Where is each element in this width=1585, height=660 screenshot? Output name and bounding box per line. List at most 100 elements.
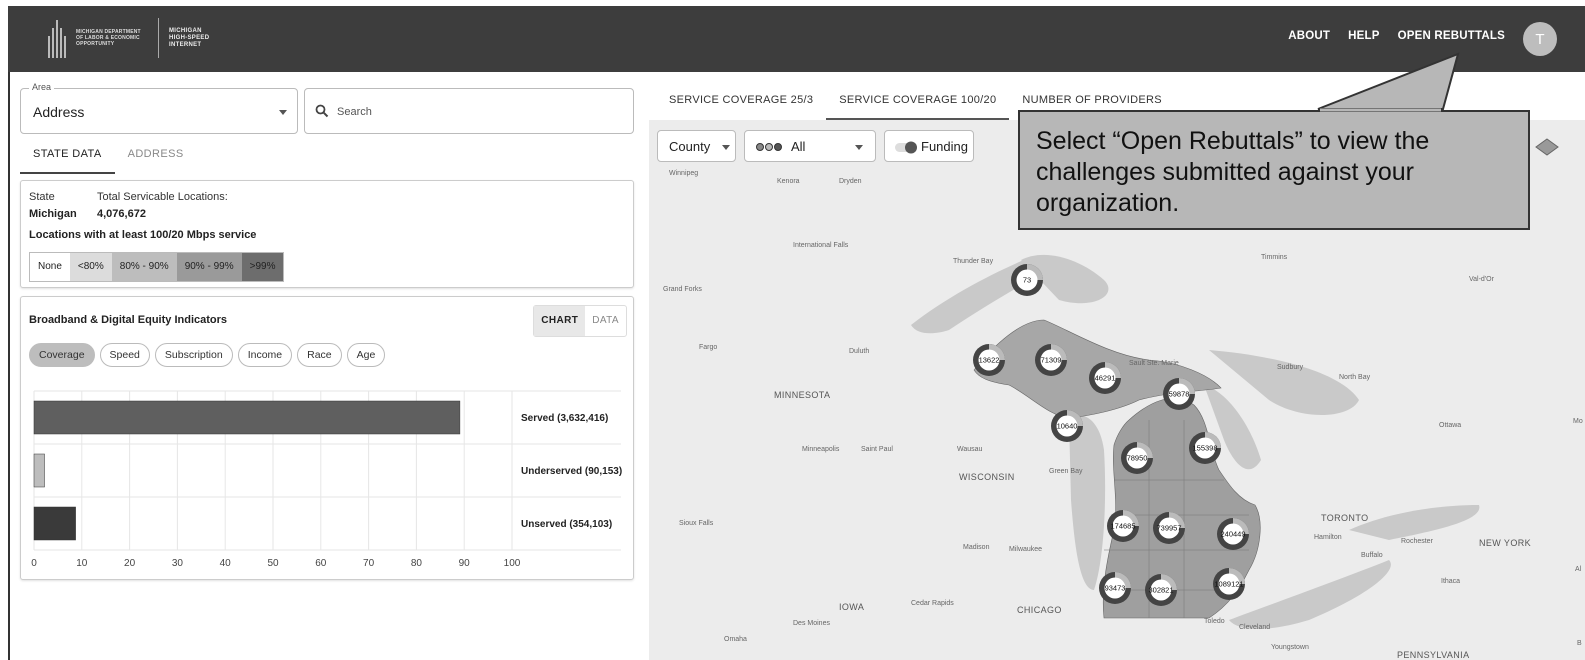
provider-cluster[interactable]: 1089121 xyxy=(1213,568,1245,600)
provider-cluster-count: 13622 xyxy=(979,356,1000,365)
nav-about-link[interactable]: ABOUT xyxy=(1288,30,1330,42)
filter-age[interactable]: Age xyxy=(346,343,386,367)
map-label-international-falls: International Falls xyxy=(793,242,849,249)
app-frame: MICHIGAN DEPARTMENT OF LABOR & ECONOMIC … xyxy=(8,6,1585,660)
chart-bar xyxy=(33,506,76,541)
chart-bar xyxy=(33,400,461,435)
provider-cluster-count: 93473 xyxy=(1105,584,1126,593)
filter-coverage[interactable]: Coverage xyxy=(29,343,95,367)
lake-ontario xyxy=(1349,505,1480,540)
logo[interactable]: MICHIGAN DEPARTMENT OF LABOR & ECONOMIC … xyxy=(44,14,221,62)
program-name: MICHIGAN HIGH-SPEED INTERNET xyxy=(169,27,210,48)
indicators-card: Broadband & Digital Equity Indicators CH… xyxy=(20,296,634,580)
provider-cluster[interactable]: 71309 xyxy=(1035,344,1067,376)
filter-race[interactable]: Race xyxy=(297,343,342,367)
chart-toggle-button[interactable]: CHART xyxy=(534,306,586,336)
map-label-sault-ste-marie: Sault Ste. Marie xyxy=(1129,360,1179,367)
filter-income[interactable]: Income xyxy=(237,343,293,367)
map-label-madison: Madison xyxy=(963,544,990,551)
provider-cluster[interactable]: 10640 xyxy=(1051,410,1083,442)
funding-toggle[interactable]: Funding xyxy=(884,130,974,162)
map-label-minneapolis: Minneapolis xyxy=(802,446,840,453)
map-label-buffalo: Buffalo xyxy=(1361,552,1383,559)
state-summary-card: State Total Servicable Locations: Michig… xyxy=(20,180,634,288)
logo-divider xyxy=(158,18,159,58)
tab-service-coverage-25-3[interactable]: SERVICE COVERAGE 25/3 xyxy=(656,90,826,120)
chart-tick-label: 30 xyxy=(172,558,184,569)
left-edge-divider xyxy=(8,72,10,660)
search-box[interactable] xyxy=(304,88,634,134)
map-label-b: B xyxy=(1577,640,1582,647)
provider-cluster-count: 240449 xyxy=(1220,530,1245,539)
search-icon xyxy=(315,104,329,118)
map-label-toronto: TORONTO xyxy=(1321,513,1369,523)
map-label-al: Al xyxy=(1575,566,1582,573)
tab-service-coverage-100-20[interactable]: SERVICE COVERAGE 100/20 xyxy=(826,90,1010,120)
area-select-label: Area xyxy=(29,82,55,92)
nav-help-link[interactable]: HELP xyxy=(1348,30,1379,42)
provider-cluster[interactable]: 155398 xyxy=(1189,432,1221,464)
map-label-youngstown: Youngstown xyxy=(1271,644,1309,651)
geography-select-value: County xyxy=(669,139,711,154)
area-select[interactable]: Area Address xyxy=(20,82,298,134)
tab-state-data[interactable]: STATE DATA xyxy=(20,146,115,174)
chart-tick-label: 100 xyxy=(504,558,521,569)
provider-cluster[interactable]: 739957 xyxy=(1153,512,1185,544)
layers-icon[interactable] xyxy=(1535,136,1559,160)
locations-service-label: Locations with at least 100/20 Mbps serv… xyxy=(29,229,257,241)
chart-category-label: Underserved (90,153) xyxy=(521,466,622,477)
provider-cluster-count: 174685 xyxy=(1110,522,1135,531)
map-label-saint-paul: Saint Paul xyxy=(861,446,893,453)
provider-cluster[interactable]: 13622 xyxy=(973,344,1005,376)
legend-chip-over-99[interactable]: >99% xyxy=(241,253,284,281)
geography-select[interactable]: County xyxy=(657,130,736,162)
chart-tick-label: 90 xyxy=(459,558,471,569)
provider-cluster[interactable]: 78950 xyxy=(1121,442,1153,474)
nav-open-rebuttals-link[interactable]: OPEN REBUTTALS xyxy=(1398,30,1505,42)
provider-filter-select[interactable]: All xyxy=(744,130,876,162)
chart-tick-label: 20 xyxy=(124,558,136,569)
map-label-cedar-rapids: Cedar Rapids xyxy=(911,600,954,607)
provider-cluster-count: 59878 xyxy=(1169,390,1190,399)
chart-tick-label: 70 xyxy=(363,558,375,569)
provider-cluster[interactable]: 302821 xyxy=(1145,574,1177,606)
map-label-omaha: Omaha xyxy=(724,636,747,643)
chart-category-label: Served (3,632,416) xyxy=(521,413,608,424)
data-toggle-button[interactable]: DATA xyxy=(585,306,626,336)
map-label-thunder-bay: Thunder Bay xyxy=(953,258,994,265)
provider-cluster[interactable]: 73 xyxy=(1011,264,1043,296)
provider-cluster-count: 302821 xyxy=(1148,586,1173,595)
provider-cluster-count: 71309 xyxy=(1041,356,1062,365)
provider-cluster[interactable]: 59878 xyxy=(1163,378,1195,410)
map-label-minnesota: MINNESOTA xyxy=(774,390,831,400)
chart-tick-label: 60 xyxy=(315,558,327,569)
callout-text: Select “Open Rebuttals” to view the chal… xyxy=(1036,127,1430,217)
map-label-val-dor: Val-d'Or xyxy=(1469,276,1494,283)
tab-address[interactable]: ADDRESS xyxy=(115,146,197,174)
provider-cluster[interactable]: 174685 xyxy=(1107,510,1139,542)
legend-chip-80-90[interactable]: 80% - 90% xyxy=(111,253,177,281)
chart-category-label: Unserved (354,103) xyxy=(521,519,612,530)
filter-subscription[interactable]: Subscription xyxy=(154,343,233,367)
chart-tick-label: 0 xyxy=(31,558,37,569)
sidebar-tabs: STATE DATA ADDRESS xyxy=(20,146,197,174)
legend-chip-under-80[interactable]: <80% xyxy=(69,253,112,281)
map-label-hamilton: Hamilton xyxy=(1314,534,1342,541)
map-label-north-bay: North Bay xyxy=(1339,374,1371,381)
search-input[interactable] xyxy=(337,101,617,123)
user-avatar[interactable]: T xyxy=(1523,22,1557,56)
top-app-bar: MICHIGAN DEPARTMENT OF LABOR & ECONOMIC … xyxy=(8,6,1585,72)
area-select-value: Address xyxy=(33,104,85,120)
instruction-callout: Select “Open Rebuttals” to view the chal… xyxy=(1018,110,1530,230)
map-label-dryden: Dryden xyxy=(839,178,862,185)
provider-cluster[interactable]: 46291 xyxy=(1089,362,1121,394)
provider-cluster[interactable]: 240449 xyxy=(1217,518,1249,550)
map-label-sioux-falls: Sioux Falls xyxy=(679,520,714,527)
legend-chip-90-99[interactable]: 90% - 99% xyxy=(176,253,242,281)
provider-cluster[interactable]: 93473 xyxy=(1099,572,1131,604)
legend-chip-none[interactable]: None xyxy=(30,253,70,281)
filter-speed[interactable]: Speed xyxy=(99,343,150,367)
provider-cluster-count: 46291 xyxy=(1095,374,1116,383)
indicators-title: Broadband & Digital Equity Indicators xyxy=(29,314,228,326)
map-label-kenora: Kenora xyxy=(777,178,800,185)
